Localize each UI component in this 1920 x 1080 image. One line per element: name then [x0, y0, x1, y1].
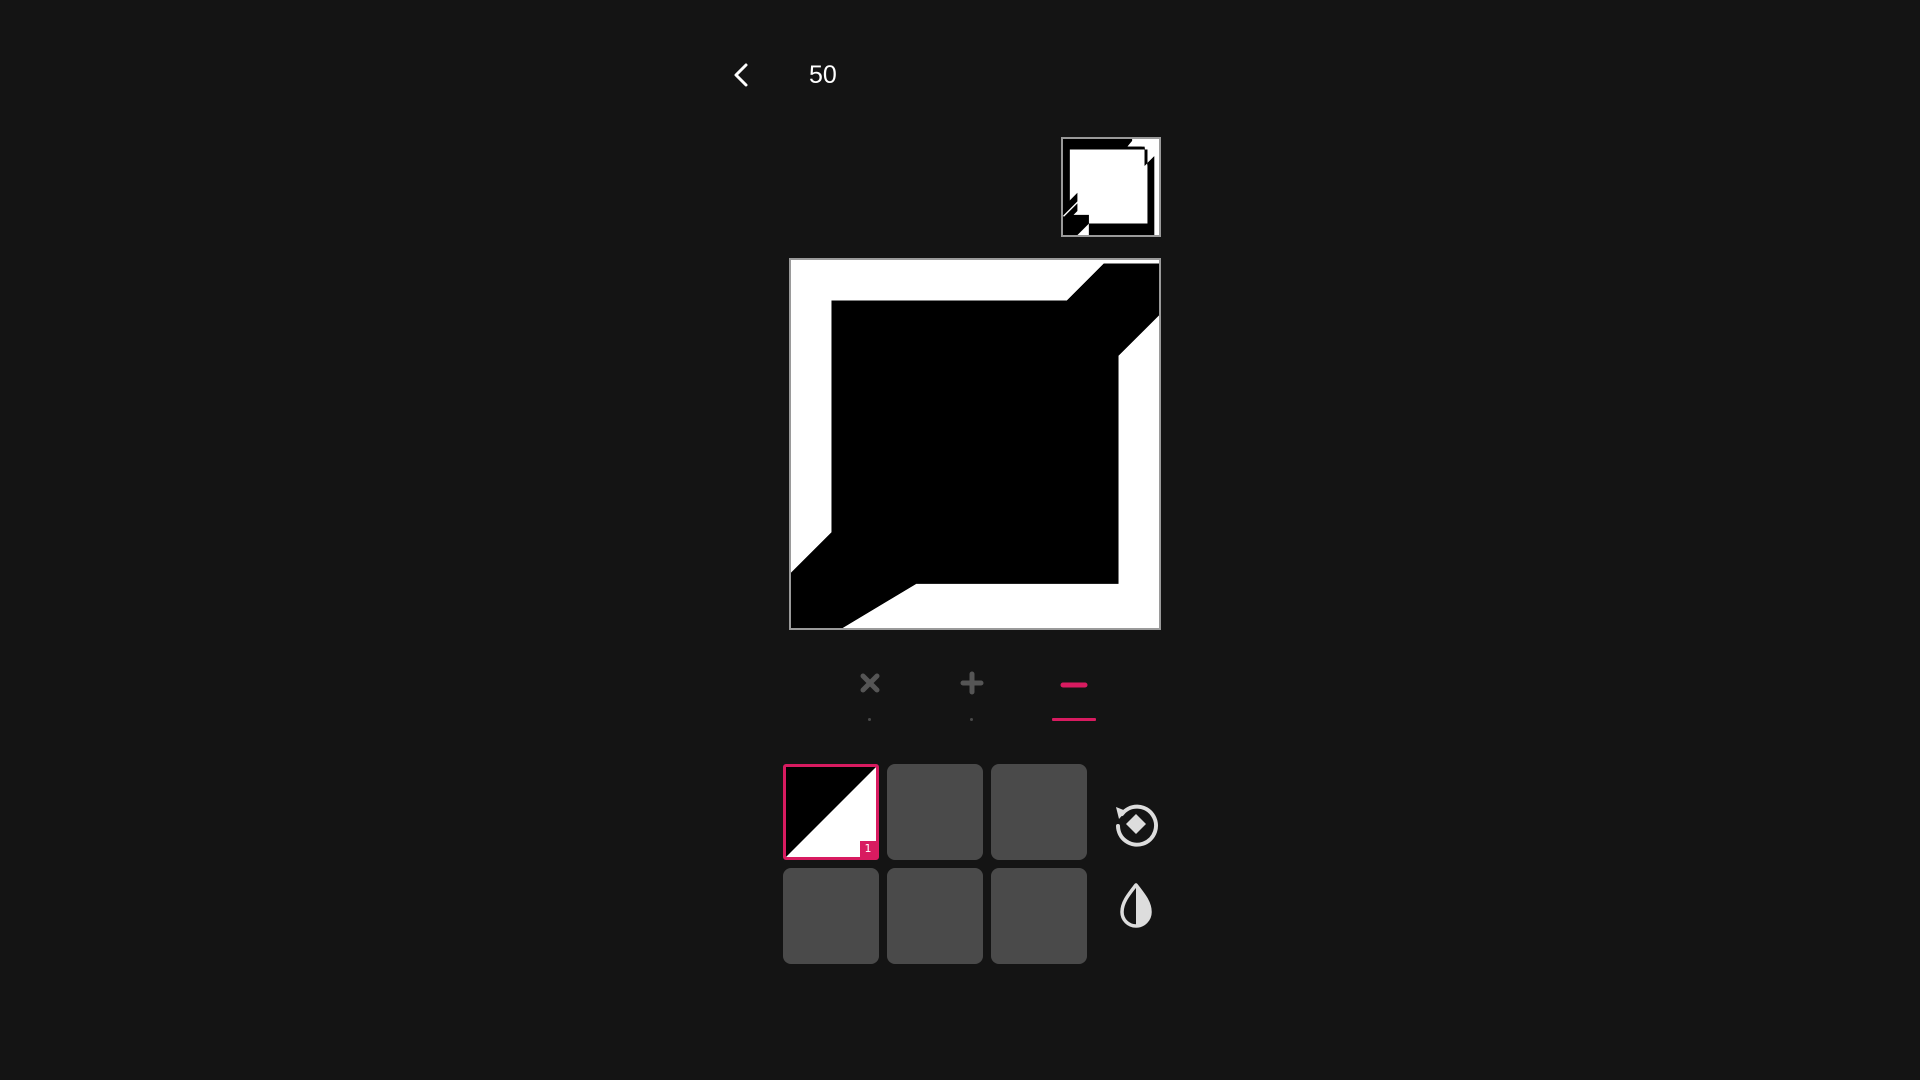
tile-slot-2[interactable]	[887, 764, 983, 860]
level-number: 50	[809, 61, 837, 89]
chevron-left-icon	[734, 63, 748, 87]
invert-contrast-icon	[1120, 883, 1152, 928]
plus-icon	[960, 671, 984, 695]
tile-slot-4[interactable]	[783, 868, 879, 964]
tile-count-badge: 1	[860, 841, 876, 857]
add-operation-button[interactable]	[948, 664, 996, 724]
multiply-operation-button[interactable]	[846, 664, 894, 724]
tile-slot-1[interactable]: 1	[783, 764, 879, 860]
rotate-icon	[1116, 804, 1158, 847]
back-button[interactable]	[725, 58, 759, 92]
operation-indicator-dot	[970, 718, 973, 721]
target-preview	[1061, 137, 1161, 237]
minus-icon	[1060, 682, 1088, 688]
operation-indicator-dot	[868, 718, 871, 721]
main-canvas[interactable]	[789, 258, 1161, 630]
invert-colors-button[interactable]	[1109, 880, 1163, 934]
rotate-button[interactable]	[1109, 797, 1163, 851]
active-operation-underline	[1052, 718, 1096, 721]
tile-slot-6[interactable]	[991, 868, 1087, 964]
tile-slot-5[interactable]	[887, 868, 983, 964]
tile-slot-3[interactable]	[991, 764, 1087, 860]
subtract-operation-button[interactable]	[1051, 664, 1099, 724]
multiply-icon	[860, 673, 880, 693]
